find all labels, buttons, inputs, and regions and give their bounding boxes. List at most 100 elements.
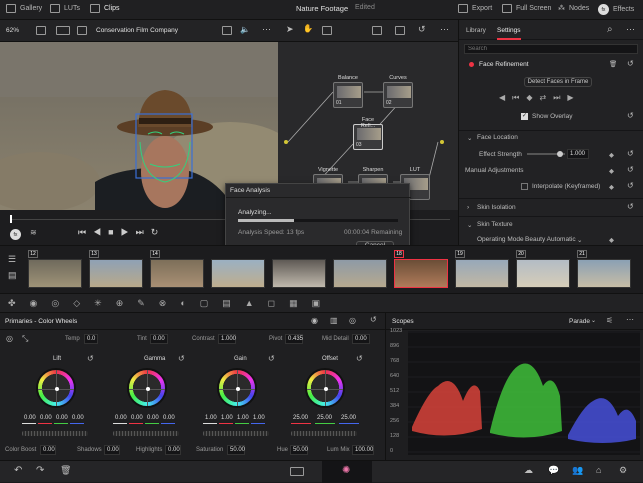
color-wheel[interactable] — [127, 368, 167, 408]
split-icon[interactable] — [56, 26, 70, 35]
wheel-reset-icon[interactable]: ↺ — [178, 354, 185, 363]
speaker-icon[interactable]: 🔈 — [240, 25, 250, 34]
clip-thumbnail[interactable] — [455, 259, 509, 288]
wheel-value[interactable]: 0.00 — [38, 414, 52, 424]
clip-thumbnail[interactable] — [394, 259, 448, 288]
color-wheel[interactable] — [305, 368, 345, 408]
master-wheel-slider[interactable] — [203, 431, 269, 436]
face-location-label[interactable]: Face Location — [477, 134, 518, 141]
clips-button[interactable]: Clips — [90, 4, 120, 13]
clip-thumbnail[interactable] — [516, 259, 570, 288]
scope-mode-select[interactable]: Parade — [569, 318, 590, 325]
wheel-value[interactable]: 0.00 — [145, 414, 159, 424]
tab-settings[interactable]: Settings — [497, 27, 521, 40]
clip-thumbnail[interactable] — [333, 259, 387, 288]
wheel-value[interactable]: 25.00 — [339, 414, 359, 424]
wheel-value[interactable]: 1.00 — [203, 414, 217, 424]
nodes-button[interactable]: ⁂ Nodes — [558, 4, 589, 13]
clip-thumbnail[interactable] — [577, 259, 631, 288]
node-face-refinement[interactable]: Face Refi... 03 — [353, 117, 383, 150]
manual-keyframe-icon[interactable]: ◆ — [609, 167, 614, 175]
node-view-icon[interactable] — [372, 26, 382, 35]
timeline-icon[interactable]: ☰ — [8, 254, 16, 265]
clip-thumbnail[interactable] — [28, 259, 82, 288]
gallery-button[interactable]: Gallery — [6, 4, 42, 13]
cloud-icon[interactable]: ☁ — [524, 465, 533, 476]
lum-mix-field[interactable]: 100.00 — [352, 445, 374, 455]
media-page-icon[interactable] — [290, 467, 304, 476]
operating-mode-select[interactable]: Beauty Automatic — [525, 236, 576, 243]
keyframe-icon[interactable]: ◆ — [609, 151, 614, 159]
chevron-down-icon[interactable]: ⌄ — [467, 221, 472, 229]
wheel-value[interactable]: 0.00 — [113, 414, 127, 424]
node-curves[interactable]: Curves 02 — [383, 75, 413, 108]
detect-faces-button[interactable]: Detect Faces in Frame — [524, 77, 592, 87]
isolation-reset-icon[interactable]: ↺ — [627, 202, 634, 211]
tint-field[interactable]: 0.00 — [150, 334, 168, 344]
enabled-dot[interactable] — [469, 62, 474, 67]
effects-button[interactable]: fx Effects — [598, 4, 634, 15]
reset-icon[interactable]: ↺ — [627, 59, 634, 68]
clip-thumbnail[interactable] — [89, 259, 143, 288]
clip-thumbnail[interactable] — [150, 259, 204, 288]
contrast-field[interactable]: 1.000 — [218, 334, 236, 344]
mid-detail-field[interactable]: 0.00 — [352, 334, 370, 344]
master-wheel-slider[interactable] — [291, 431, 357, 436]
more-icon[interactable]: ⋯ — [262, 24, 271, 35]
transport-controls[interactable]: ◀⏮◆⇄⏭▶ — [499, 93, 599, 103]
interpolate-checkbox[interactable] — [521, 183, 528, 190]
hue-field[interactable]: 50.00 — [290, 445, 308, 455]
grid-icon[interactable] — [395, 26, 405, 35]
tab-library[interactable]: Library — [466, 27, 486, 34]
wheel-value[interactable]: 0.00 — [54, 414, 68, 424]
search-input[interactable] — [464, 44, 638, 54]
hand-icon[interactable]: ✋ — [303, 24, 313, 33]
auto-icon[interactable]: ⤡ — [22, 334, 28, 344]
people-icon[interactable]: 👥 — [572, 465, 583, 476]
wheel-handle[interactable] — [146, 387, 150, 391]
more-icon[interactable]: ⋯ — [626, 24, 635, 35]
pivot-field[interactable]: 0.435 — [285, 334, 303, 344]
wheel-handle[interactable] — [55, 387, 59, 391]
node-balance[interactable]: Balance 01 — [333, 75, 363, 108]
chevron-down-icon[interactable]: ⌄ — [467, 134, 472, 142]
luts-button[interactable]: LUTs — [50, 4, 80, 13]
display-icon[interactable] — [222, 26, 232, 35]
picker-icon[interactable]: ◎ — [6, 334, 13, 343]
wheels-mode-icon[interactable]: ◉ — [311, 316, 318, 325]
saturation-field[interactable]: 50.00 — [227, 445, 245, 455]
shadows-field[interactable]: 0.00 — [104, 445, 120, 455]
master-wheel-slider[interactable] — [22, 431, 88, 436]
chevron-right-icon[interactable]: › — [467, 204, 469, 211]
wheel-value[interactable]: 0.00 — [22, 414, 36, 424]
viewer-mode-icon[interactable] — [36, 26, 46, 35]
wheel-value[interactable]: 0.00 — [70, 414, 84, 424]
scope-settings-icon[interactable]: ⚟ — [606, 316, 613, 325]
manual-reset-icon[interactable]: ↺ — [627, 165, 634, 174]
clip-thumbnail[interactable] — [211, 259, 265, 288]
bars-mode-icon[interactable]: ▥ — [330, 316, 338, 325]
undo-icon[interactable]: ↶ — [14, 465, 22, 476]
clip-thumbnail[interactable] — [272, 259, 326, 288]
more-nodes-icon[interactable]: ⋯ — [440, 24, 449, 35]
playhead[interactable] — [10, 215, 12, 223]
wheel-value[interactable]: 25.00 — [315, 414, 335, 424]
wheel-reset-icon[interactable]: ↺ — [268, 354, 275, 363]
fx-icon[interactable]: fx — [10, 229, 21, 240]
mode-keyframe-icon[interactable]: ◆ — [609, 236, 614, 244]
connect-icon[interactable] — [322, 26, 332, 35]
export-button[interactable]: Export — [458, 4, 492, 13]
reset-all-icon[interactable]: ↺ — [370, 315, 377, 324]
home-icon[interactable]: ⌂ — [596, 465, 601, 475]
wheel-value[interactable]: 0.00 — [129, 414, 143, 424]
more-icon[interactable]: ⋯ — [626, 315, 634, 324]
interp-reset-icon[interactable]: ↺ — [627, 181, 634, 190]
fullscreen-button[interactable]: Full Screen — [502, 4, 551, 13]
slider-handle[interactable] — [557, 151, 563, 157]
log-mode-icon[interactable]: ◎ — [349, 316, 356, 325]
highlights-field[interactable]: 0.00 — [165, 445, 181, 455]
wheel-value[interactable]: 0.00 — [161, 414, 175, 424]
wheel-value[interactable]: 1.00 — [235, 414, 249, 424]
wheel-value[interactable]: 1.00 — [219, 414, 233, 424]
chat-icon[interactable]: 💬 — [548, 465, 559, 476]
